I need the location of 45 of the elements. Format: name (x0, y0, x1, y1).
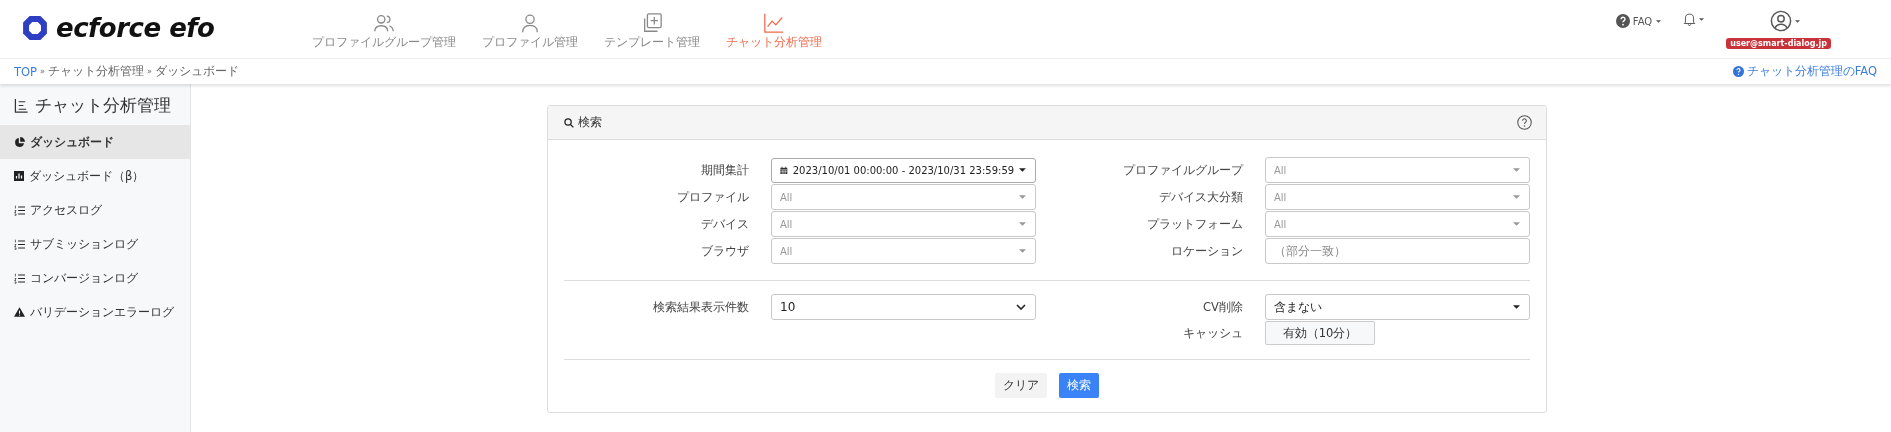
field-label: 検索結果表示件数 (652, 299, 749, 315)
sidebar-item[interactable]: コンバージョンログ (0, 261, 190, 295)
cache-button[interactable]: 有効（10分） (1265, 321, 1375, 345)
select-field[interactable]: All (771, 238, 1036, 264)
select-field[interactable]: All (1265, 157, 1530, 183)
field-label: デバイス大分類 (1158, 189, 1243, 205)
field-label: プロファイル (676, 189, 749, 205)
field-label: プロファイルグループ (1122, 162, 1243, 178)
nav-tab[interactable]: プロファイルグループ管理 (312, 12, 456, 50)
panel-title: 検索 (578, 115, 602, 130)
select-field[interactable]: 10 (771, 294, 1036, 320)
sidebar-item[interactable]: アクセスログ (0, 193, 190, 227)
field-label: ブラウザ (700, 243, 749, 259)
select-field[interactable]: All (771, 211, 1036, 237)
field-label: ロケーション (1170, 243, 1243, 259)
select-field[interactable]: All (1265, 184, 1530, 210)
field-label: デバイス (700, 216, 749, 232)
faq-menu[interactable]: FAQ (1615, 14, 1662, 28)
select-field[interactable]: 含まない (1265, 294, 1530, 320)
sidebar-item[interactable]: ダッシュボード（β） (0, 159, 190, 193)
clear-button[interactable]: クリア (995, 373, 1047, 398)
nav-tab[interactable]: テンプレート管理 (604, 12, 700, 50)
input-field[interactable]: （部分一致） (1265, 238, 1530, 264)
select-field[interactable]: All (1265, 211, 1530, 237)
breadcrumb-item: チャット分析管理 (47, 64, 144, 79)
sidebar-title: チャット分析管理 (35, 94, 171, 117)
breadcrumb-link[interactable]: TOP (14, 64, 37, 79)
field-label: 期間集計 (700, 162, 749, 178)
nav-tab[interactable]: プロファイル管理 (482, 12, 578, 50)
field-label: CV削除 (1202, 299, 1243, 315)
logo-text: ecforce efo (56, 13, 215, 43)
nav-tab[interactable]: チャット分析管理 (726, 12, 822, 50)
select-field[interactable]: All (771, 184, 1036, 210)
breadcrumb-separator: » (146, 67, 152, 76)
help-link[interactable]: チャット分析管理のFAQ (1732, 64, 1877, 79)
search-button[interactable]: 検索 (1059, 373, 1099, 398)
breadcrumb-separator: » (40, 67, 45, 76)
breadcrumb-item: ダッシュボード (154, 64, 239, 79)
field-label: キャッシュ (1182, 325, 1243, 341)
user-email-badge: user@smart-dialog.jp (1726, 38, 1831, 49)
field-label: プラットフォーム (1146, 216, 1243, 232)
date-range-field[interactable]: 2023/10/01 00:00:00 - 2023/10/31 23:59:59 (771, 157, 1036, 183)
sidebar-item[interactable]: ダッシュボード (0, 125, 190, 159)
sidebar-item[interactable]: サブミッションログ (0, 227, 190, 261)
sidebar-item[interactable]: バリデーションエラーログ (0, 295, 190, 329)
